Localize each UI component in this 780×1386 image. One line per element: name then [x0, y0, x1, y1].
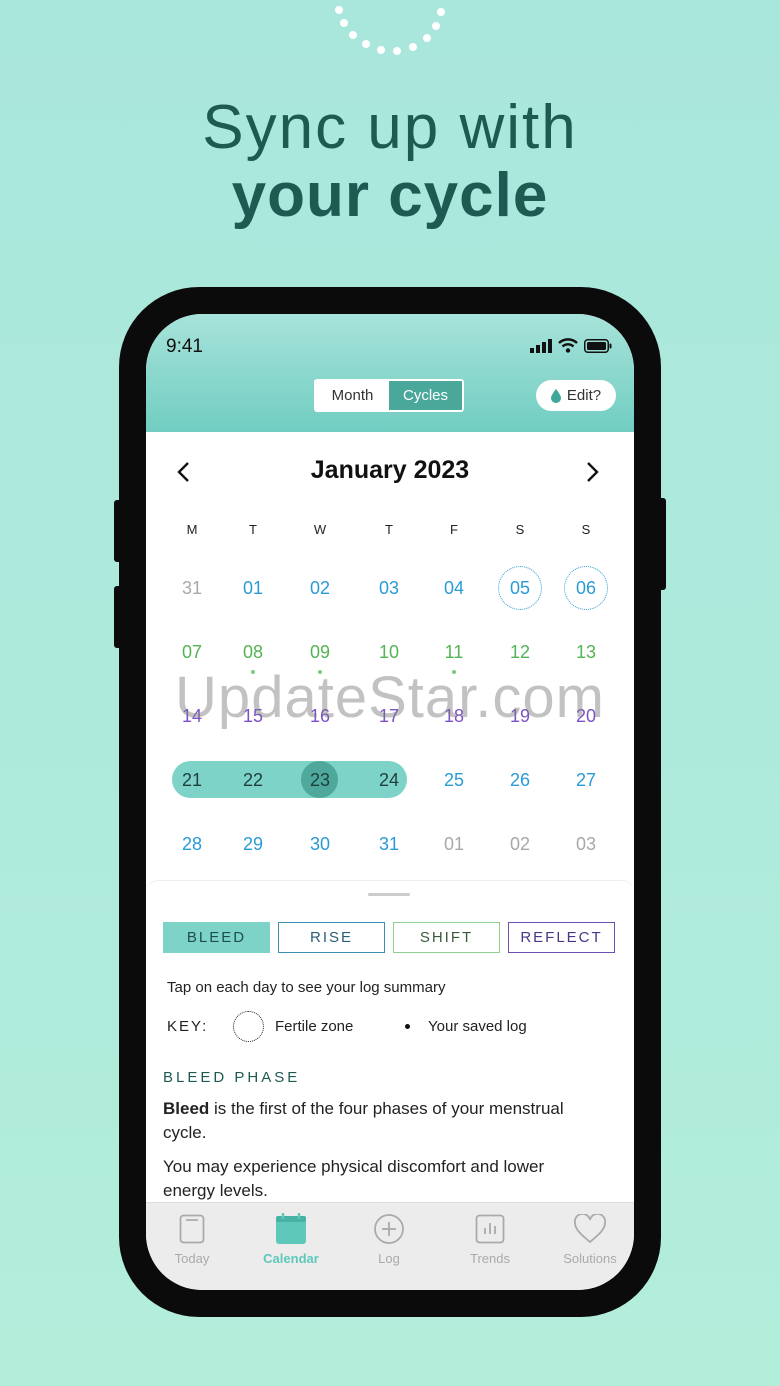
tab-log[interactable]: Log [344, 1211, 434, 1266]
legend-key: KEY: Fertile zone Your saved log [167, 1011, 617, 1043]
calendar-day[interactable]: 25 [432, 758, 476, 802]
fertile-zone-label: Fertile zone [275, 1018, 354, 1035]
calendar-day[interactable]: 05 [498, 566, 542, 610]
calendar-day[interactable]: 29 [231, 822, 275, 866]
calendar-day[interactable]: 03 [564, 822, 608, 866]
phase-bleed-button[interactable]: BLEED [163, 922, 270, 953]
fertile-zone-icon [233, 1011, 264, 1042]
calendar-grid: 31 01 02 03 04 05 06 07 08 09 10 11 12 13 14 15 16 17 18 19… [146, 314, 634, 914]
drag-handle[interactable] [368, 893, 410, 896]
today-icon [179, 1214, 205, 1244]
plus-circle-icon [374, 1214, 404, 1244]
calendar-day[interactable]: 27 [564, 758, 608, 802]
phase-description-2: You may experience physical discomfort a… [163, 1157, 545, 1200]
tab-solutions-label: Solutions [563, 1251, 617, 1266]
heart-icon [573, 1214, 607, 1244]
phone-screen: 9:41 Month Cycles Edit? January 2023 M T… [146, 314, 634, 1290]
headline-line-2: your cycle [231, 161, 549, 230]
tab-trends[interactable]: Trends [445, 1211, 535, 1266]
calendar-day[interactable]: 03 [367, 566, 411, 610]
calendar-day[interactable]: 02 [498, 822, 542, 866]
tab-calendar[interactable]: Calendar [246, 1211, 336, 1266]
phase-rise-button[interactable]: RISE [278, 922, 385, 953]
calendar-day[interactable]: 21 [170, 758, 214, 802]
calendar-day[interactable]: 28 [170, 822, 214, 866]
tab-trends-label: Trends [470, 1251, 510, 1266]
calendar-day[interactable]: 30 [298, 822, 342, 866]
calendar-day[interactable]: 04 [432, 566, 476, 610]
calendar-day[interactable]: 31 [170, 566, 214, 610]
tab-solutions[interactable]: Solutions [545, 1211, 634, 1266]
calendar-day[interactable]: 01 [432, 822, 476, 866]
calendar-day[interactable]: 31 [367, 822, 411, 866]
calendar-icon [276, 1213, 306, 1244]
phase-name-bold: Bleed [163, 1099, 210, 1118]
calendar-day[interactable]: 02 [298, 566, 342, 610]
saved-log-label: Your saved log [428, 1018, 527, 1035]
phone-side-button [114, 586, 122, 648]
headline-line-1: Sync up with [202, 93, 578, 162]
phase-description-1: Bleed is the first of the four phases of… [163, 1097, 593, 1145]
key-label: KEY: [167, 1018, 209, 1035]
calendar-day[interactable]: 23 [298, 758, 342, 802]
tab-today[interactable]: Today [147, 1211, 237, 1266]
calendar-day[interactable]: 22 [231, 758, 275, 802]
bar-chart-icon [475, 1214, 505, 1244]
bottom-tab-bar: Today Calendar Log Trends Solutions [146, 1202, 634, 1290]
tab-log-label: Log [378, 1251, 400, 1266]
calendar-day[interactable]: 24 [367, 758, 411, 802]
info-panel: BLEED RISE SHIFT REFLECT Tap on each day… [146, 880, 634, 1210]
calendar-day[interactable]: 26 [498, 758, 542, 802]
phase-reflect-button[interactable]: REFLECT [508, 922, 615, 953]
tap-instruction: Tap on each day to see your log summary [167, 979, 446, 996]
saved-log-dot-icon [405, 1024, 410, 1029]
tab-today-label: Today [174, 1251, 210, 1266]
phase-title: BLEED PHASE [163, 1069, 301, 1086]
watermark: UpdateStar.com [175, 665, 605, 730]
phase-buttons: BLEED RISE SHIFT REFLECT [163, 922, 615, 953]
dotted-arc-decoration [335, 6, 445, 55]
phone-power-button [658, 498, 666, 590]
phase-description-rest: is the first of the four phases of your … [163, 1099, 564, 1142]
phone-side-button [114, 500, 122, 562]
tab-calendar-label: Calendar [263, 1251, 319, 1266]
phase-shift-button[interactable]: SHIFT [393, 922, 500, 953]
calendar-day[interactable]: 06 [564, 566, 608, 610]
calendar-day[interactable]: 01 [231, 566, 275, 610]
